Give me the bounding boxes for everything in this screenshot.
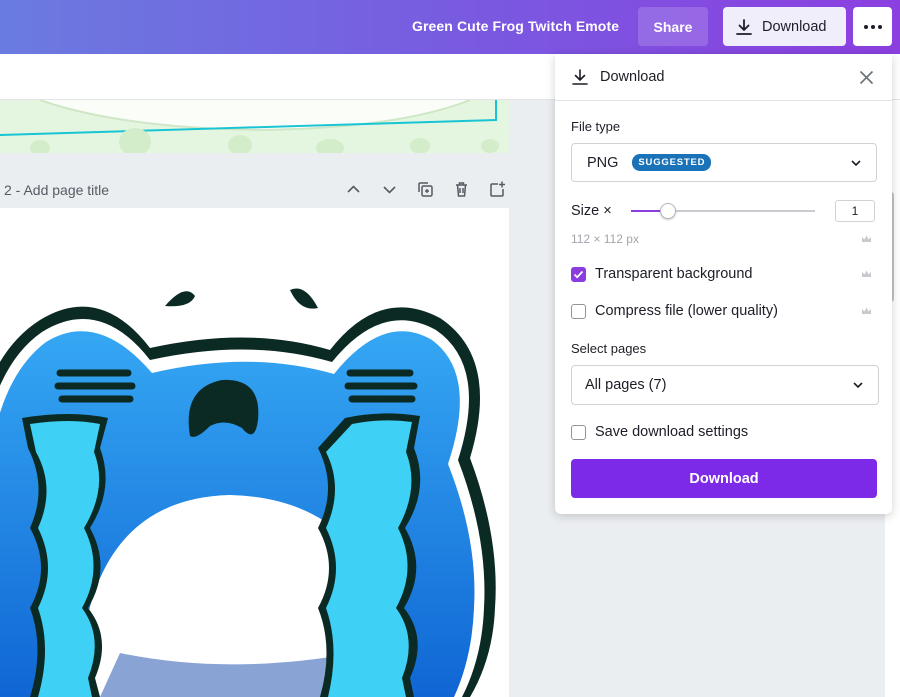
more-horizontal-icon: [863, 24, 868, 29]
download-icon: [572, 69, 588, 85]
chevron-up-icon[interactable]: [344, 180, 363, 199]
page-tools: [344, 180, 507, 199]
top-bar: Green Cute Frog Twitch Emote Share Downl…: [0, 0, 900, 54]
document-title[interactable]: Green Cute Frog Twitch Emote: [412, 18, 619, 34]
compress-file-checkbox[interactable]: [571, 303, 586, 319]
share-button[interactable]: Share: [638, 7, 708, 46]
download-button-label: Download: [762, 18, 827, 35]
chevron-down-icon[interactable]: [380, 180, 399, 199]
save-settings-label: Save download settings: [595, 424, 749, 440]
page-title-label[interactable]: 2 - Add page title: [4, 182, 109, 198]
crown-icon: [862, 307, 871, 314]
chevron-down-icon: [851, 160, 861, 167]
frog-emote-artwork: [0, 288, 496, 697]
add-page-icon[interactable]: [488, 180, 507, 199]
more-options-button[interactable]: [853, 7, 892, 46]
crown-icon: [862, 270, 871, 277]
compress-file-option[interactable]: Compress file (lower quality): [571, 303, 778, 319]
close-icon[interactable]: [859, 70, 874, 85]
size-control: Size × 1: [571, 200, 877, 222]
checkmark-icon: [573, 270, 584, 278]
select-pages-value: All pages (7): [585, 377, 667, 393]
transparent-background-option[interactable]: Transparent background: [571, 266, 752, 282]
crown-icon: [862, 235, 871, 242]
download-panel: Download File type PNG SUGGESTED Size × …: [555, 54, 892, 514]
file-type-select[interactable]: PNG SUGGESTED: [571, 143, 877, 182]
transparent-background-checkbox[interactable]: [571, 266, 586, 282]
transparent-background-label: Transparent background: [595, 266, 753, 282]
download-icon: [736, 18, 752, 35]
trash-icon[interactable]: [452, 180, 471, 199]
size-slider[interactable]: [631, 203, 815, 219]
suggested-badge: SUGGESTED: [632, 154, 712, 171]
file-type-label: File type: [571, 119, 621, 134]
download-confirm-button[interactable]: Download: [571, 459, 877, 498]
page-1-thumbnail[interactable]: [0, 100, 509, 153]
duplicate-page-icon[interactable]: [416, 180, 435, 199]
page-1-artwork: [0, 100, 499, 153]
download-button[interactable]: Download: [723, 7, 846, 46]
download-panel-header: Download: [555, 54, 892, 101]
dimensions-text: 112 × 112 px: [571, 232, 639, 246]
compress-file-label: Compress file (lower quality): [595, 303, 778, 319]
chevron-down-icon: [853, 382, 863, 389]
size-input[interactable]: 1: [835, 200, 875, 222]
file-type-value: PNG: [587, 154, 619, 171]
select-pages-select[interactable]: All pages (7): [571, 365, 879, 405]
save-settings-checkbox[interactable]: [571, 424, 586, 440]
download-panel-title: Download: [600, 69, 665, 85]
save-settings-option[interactable]: Save download settings: [571, 424, 748, 440]
select-pages-label: Select pages: [571, 341, 647, 356]
size-slider-handle[interactable]: [660, 203, 676, 219]
size-label: Size ×: [571, 203, 612, 219]
page-2-canvas[interactable]: [0, 208, 509, 697]
